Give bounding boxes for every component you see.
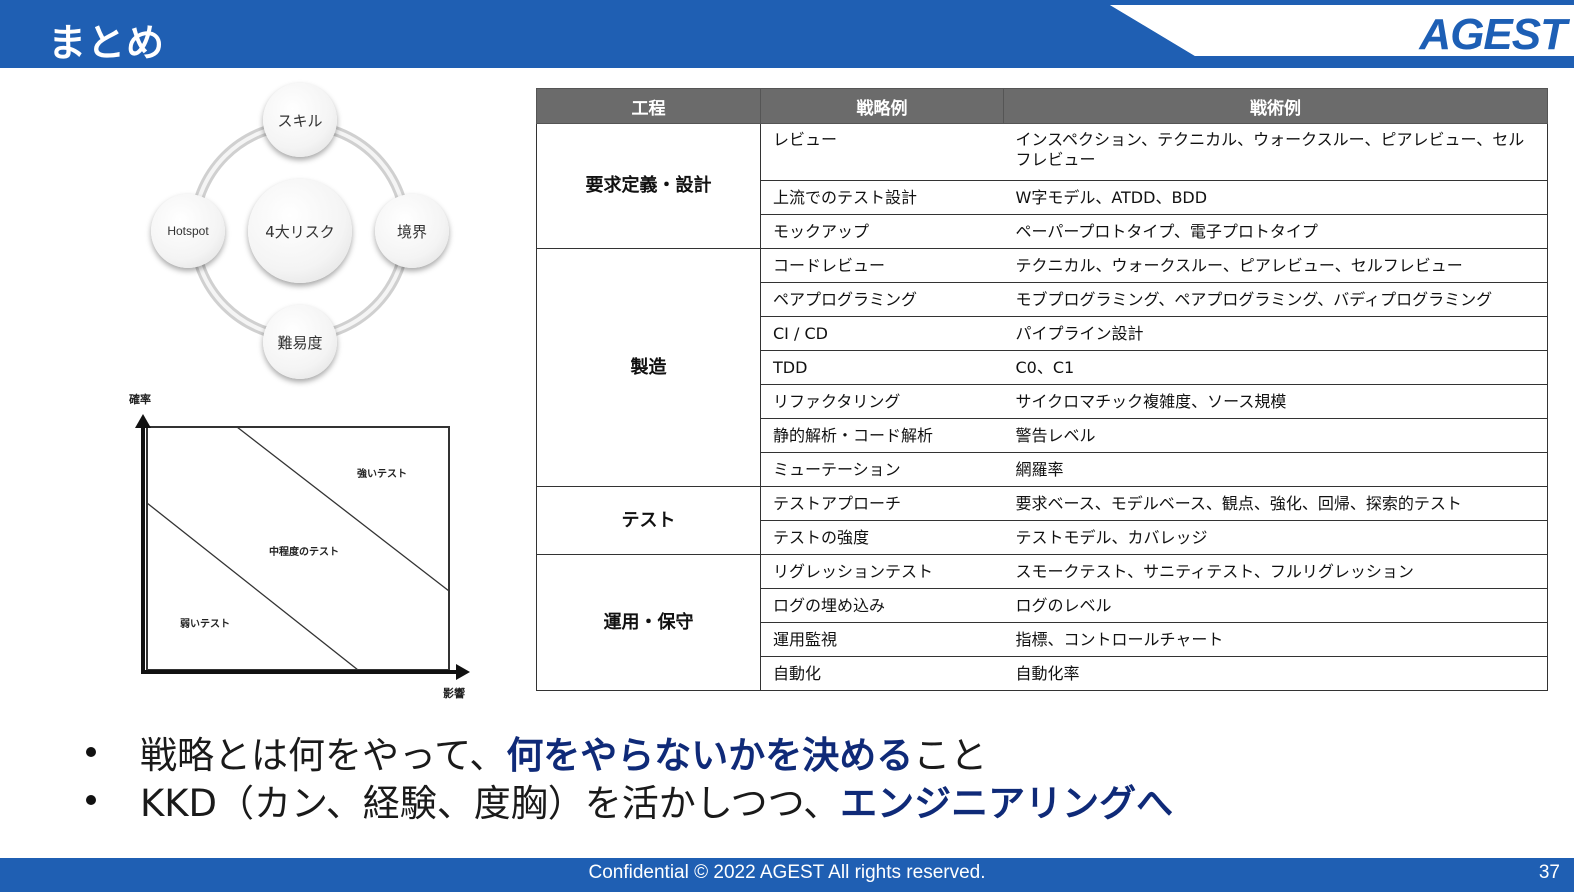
slide-footer: Confidential © 2022 AGEST All rights res…: [0, 858, 1574, 892]
strategy-cell: モックアップ: [760, 214, 1004, 249]
tactics-cell: スモークテスト、サニティテスト、フルリグレッション: [1003, 554, 1548, 589]
tactics-cell: ログのレベル: [1003, 588, 1548, 623]
header-tactics: 戦術例: [1003, 88, 1548, 124]
bullet-emphasis: 何をやらないかを決める: [506, 734, 914, 777]
tactics-cell: インスペクション、テクニカル、ウォークスルー、ピアレビュー、セルフレビュー: [1003, 123, 1548, 181]
agest-logo: AGEST: [1419, 10, 1567, 59]
tactics-cell: 指標、コントロールチャート: [1003, 622, 1548, 657]
tactics-cell: モブプログラミング、ペアプログラミング、バディプログラミング: [1003, 282, 1548, 317]
table-row: テスト テストアプローチ 要求ベース、モデルベース、観点、強化、回帰、探索的テス…: [536, 486, 1548, 555]
strategy-cell: ペアプログラミング: [760, 282, 1004, 317]
matrix-x-axis-label: 影響: [443, 687, 465, 700]
strategy-cell: CI / CD: [760, 316, 1004, 351]
matrix-weak-label: 弱いテスト: [180, 619, 230, 630]
probability-impact-matrix: 確率 影響 強いテスト 中程度のテスト 弱いテスト: [120, 388, 480, 708]
table-header-row: 工程 戦略例 戦術例: [536, 88, 1548, 124]
tactics-cell: C0、C1: [1003, 350, 1548, 385]
table-row: 要求定義・設計 レビュー インスペクション、テクニカル、ウォークスルー、ピアレビ…: [536, 123, 1548, 249]
bullet-dot-icon: [86, 795, 96, 805]
process-cell: 製造: [536, 248, 761, 487]
strategy-cell: 静的解析・コード解析: [760, 418, 1004, 453]
risk-node-hotspot: Hotspot: [151, 194, 225, 268]
process-cell: テスト: [536, 486, 761, 555]
bullet-text: 戦略とは何をやって、: [140, 734, 507, 777]
tactics-cell: テクニカル、ウォークスルー、ピアレビュー、セルフレビュー: [1003, 248, 1548, 283]
risk-node-skill: スキル: [263, 83, 337, 157]
tactics-cell: 自動化率: [1003, 656, 1548, 691]
strategy-cell: 運用監視: [760, 622, 1004, 657]
strategy-cell: ログの埋め込み: [760, 588, 1004, 623]
bullet-item: KKD（カン、経験、度胸）を活かしつつ、 エンジニアリングへ: [80, 776, 1380, 825]
table-row: 製造 コードレビュー テクニカル、ウォークスルー、ピアレビュー、セルフレビュー: [536, 248, 1548, 487]
strategy-table: 工程 戦略例 戦術例 要求定義・設計 レビュー インスペクション、テクニカル、ウ…: [536, 88, 1548, 691]
risk-center-node: 4大リスク: [248, 179, 352, 283]
strategy-cell: 上流でのテスト設計: [760, 180, 1004, 215]
tactics-cell: パイプライン設計: [1003, 316, 1548, 351]
strategy-cell: レビュー: [760, 123, 1004, 181]
strategy-cell: 自動化: [760, 656, 1004, 691]
risk-diagram: 4大リスク スキル Hotspot 境界 難易度: [140, 80, 470, 390]
header-process: 工程: [536, 88, 761, 124]
tactics-cell: サイクロマチック複雑度、ソース規模: [1003, 384, 1548, 419]
strategy-cell: テストの強度: [760, 520, 1004, 555]
bullet-item: 戦略とは何をやって、 何をやらないかを決める こと: [80, 728, 1380, 777]
copyright-text: Confidential © 2022 AGEST All rights res…: [588, 862, 986, 883]
tactics-cell: 網羅率: [1003, 452, 1548, 487]
risk-node-boundary: 境界: [375, 194, 449, 268]
strategy-cell: TDD: [760, 350, 1004, 385]
strategy-cell: ミューテーション: [760, 452, 1004, 487]
tactics-cell: 警告レベル: [1003, 418, 1548, 453]
tactics-cell: テストモデル、カバレッジ: [1003, 520, 1548, 555]
slide-header: まとめ AGEST: [0, 0, 1574, 68]
summary-bullets: 戦略とは何をやって、 何をやらないかを決める こと KKD（カン、経験、度胸）を活か…: [80, 728, 1380, 825]
strategy-cell: リグレッションテスト: [760, 554, 1004, 589]
tactics-cell: 要求ベース、モデルベース、観点、強化、回帰、探索的テスト: [1003, 486, 1548, 521]
strategy-cell: リファクタリング: [760, 384, 1004, 419]
table-row: 運用・保守 リグレッションテスト スモークテスト、サニティテスト、フルリグレッシ…: [536, 554, 1548, 691]
process-cell: 運用・保守: [536, 554, 761, 691]
strategy-cell: コードレビュー: [760, 248, 1004, 283]
bullet-dot-icon: [86, 747, 96, 757]
bullet-emphasis: エンジニアリングへ: [840, 782, 1174, 825]
risk-node-difficulty: 難易度: [263, 305, 337, 379]
bullet-text-tail: こと: [913, 734, 988, 777]
header-band: [0, 0, 1574, 68]
slide-title: まとめ: [48, 21, 166, 65]
matrix-medium-label: 中程度のテスト: [269, 547, 339, 558]
matrix-y-axis-label: 確率: [129, 393, 151, 406]
bullet-text: KKD（カン、経験、度胸）を活かしつつ、: [140, 782, 841, 825]
page-number: 37: [1538, 862, 1560, 883]
header-strategy: 戦略例: [760, 88, 1004, 124]
matrix-strong-label: 強いテスト: [357, 469, 407, 480]
tactics-cell: ペーパープロトタイプ、電子プロトタイプ: [1003, 214, 1548, 249]
tactics-cell: W字モデル、ATDD、BDD: [1003, 180, 1548, 215]
process-cell: 要求定義・設計: [536, 123, 761, 249]
strategy-table-wrap: 工程 戦略例 戦術例 要求定義・設計 レビュー インスペクション、テクニカル、ウ…: [536, 88, 1548, 691]
strategy-cell: テストアプローチ: [760, 486, 1004, 521]
